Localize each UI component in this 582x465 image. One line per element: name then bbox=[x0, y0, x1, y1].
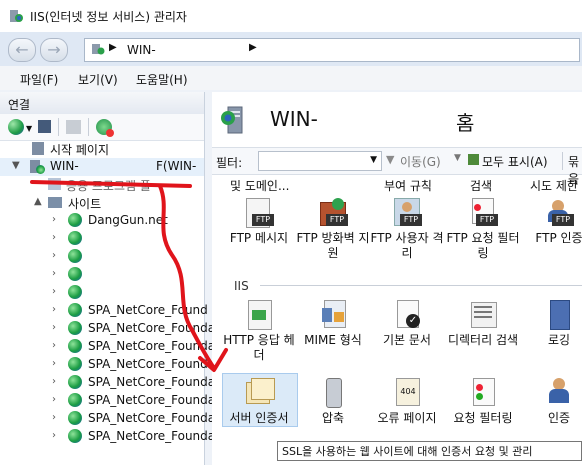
tooltip: SSL을 사용하는 웹 사이트에 대해 인증서 요청 및 관리 bbox=[277, 441, 582, 461]
red-annotation bbox=[30, 180, 228, 372]
